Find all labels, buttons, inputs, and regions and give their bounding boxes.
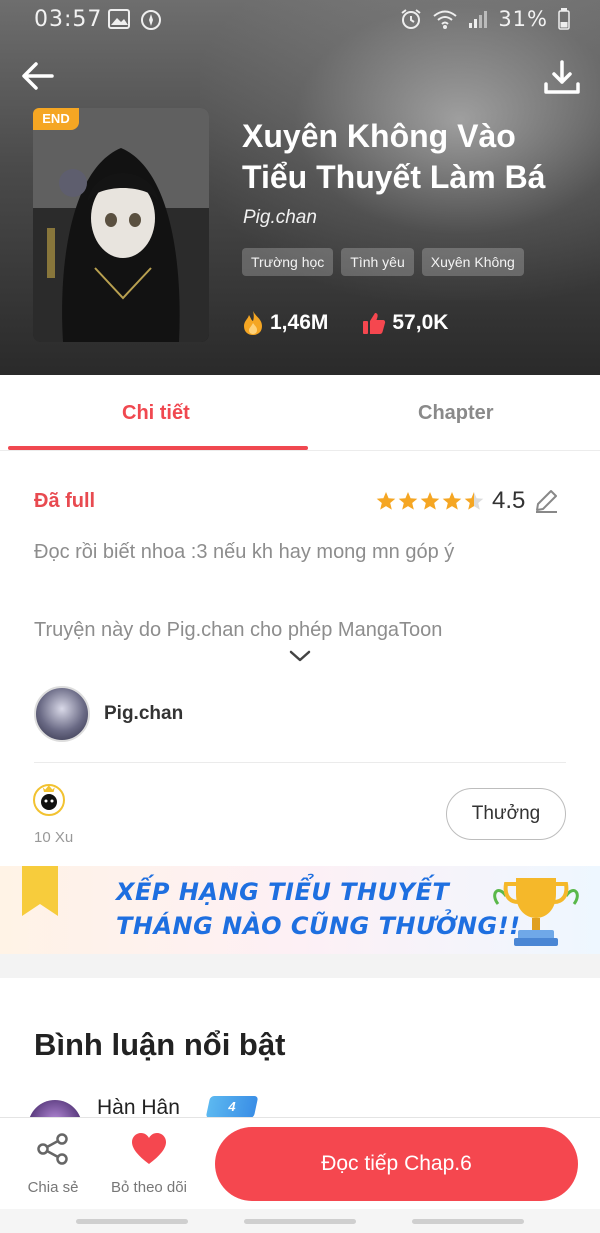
status-bar: 03:57 31% [0, 0, 600, 40]
divider [34, 762, 566, 763]
back-button[interactable] [18, 56, 58, 96]
banner-line-1: XẾP HẠNG TIỂU THUYẾT [116, 878, 450, 906]
vip-level-badge: 4 [205, 1096, 259, 1118]
nav-back[interactable] [412, 1219, 524, 1224]
nav-home[interactable] [244, 1219, 356, 1224]
completion-status: Đã full [34, 490, 96, 512]
likes-stat: 57,0K [362, 310, 448, 336]
trophy-icon [493, 878, 579, 946]
chevron-down-icon[interactable] [288, 648, 312, 664]
reward-button[interactable]: Thưởng [446, 788, 566, 840]
likes-count: 57,0K [392, 311, 449, 334]
bottom-action-bar: Chia sẻ Bỏ theo dõi Đọc tiếp Chap.6 [0, 1117, 600, 1209]
book-stats: 1,46M 57,0K [242, 310, 448, 336]
status-time: 03:57 [34, 7, 103, 32]
book-author[interactable]: Pig.chan [243, 207, 317, 229]
tab-chapter[interactable]: Chapter [418, 402, 494, 425]
wifi-icon [433, 10, 457, 29]
ranking-banner[interactable]: XẾP HẠNG TIỂU THUYẾT THÁNG NÀO CŨNG THƯỞ… [0, 866, 600, 954]
book-header: 03:57 31% END Xuyên Không Vào Tiểu Thuyế… [0, 0, 600, 375]
signal-icon [469, 11, 488, 28]
author-row[interactable]: Pig.chan [34, 686, 183, 742]
battery-percent: 31% [498, 7, 548, 31]
status-icons-left [108, 9, 162, 31]
unfollow-label: Bỏ theo dõi [111, 1179, 187, 1196]
license-note: Truyện này do Pig.chan cho phép MangaToo… [34, 619, 443, 641]
coin-amount: 10 Xu [34, 829, 74, 846]
fire-icon [244, 311, 262, 335]
rating[interactable]: 4.5 [376, 487, 559, 515]
author-name: Pig.chan [104, 703, 184, 724]
rating-stars-icon [376, 492, 484, 510]
share-label: Chia sẻ [27, 1179, 79, 1196]
book-description: Đọc rồi biết nhoa :3 nếu kh hay mong mn … [34, 541, 455, 563]
thumbs-up-icon [363, 313, 386, 334]
unfollow-button[interactable]: Bỏ theo dõi [102, 1132, 196, 1196]
tag-school[interactable]: Trường học [242, 248, 334, 276]
author-avatar [34, 686, 90, 742]
rating-value: 4.5 [492, 487, 526, 514]
tab-bar: Chi tiết Chapter [0, 375, 600, 451]
banner-line-2: THÁNG NÀO CŨNG THƯỞNG!! [116, 912, 521, 940]
download-icon [544, 60, 580, 94]
share-button[interactable]: Chia sẻ [20, 1132, 86, 1196]
book-cover-image[interactable] [33, 108, 209, 342]
nav-recent-apps[interactable] [76, 1219, 188, 1224]
arrow-left-icon [22, 62, 54, 90]
tag-list: Trường học Tình yêu Xuyên Không [242, 248, 524, 276]
featured-comments-title: Bình luận nổi bật [34, 1027, 286, 1062]
supporter-avatar [33, 784, 65, 816]
download-button[interactable] [542, 58, 582, 98]
tab-details[interactable]: Chi tiết [122, 402, 190, 425]
book-title: Xuyên Không Vào Tiểu Thuyết Làm Bá [242, 118, 546, 195]
views-stat: 1,46M [242, 310, 328, 336]
tag-transmigration[interactable]: Xuyên Không [421, 248, 524, 276]
continue-reading-button[interactable]: Đọc tiếp Chap.6 [215, 1127, 578, 1201]
crown-icon [41, 785, 57, 810]
tab-active-indicator [8, 446, 308, 450]
heart-icon [132, 1133, 166, 1164]
bookmark-ribbon-icon [22, 866, 58, 916]
battery-icon [558, 8, 570, 30]
section-separator [0, 954, 600, 978]
edit-pencil-icon[interactable] [533, 488, 559, 514]
end-badge: END [33, 108, 79, 130]
cover-artwork [33, 108, 209, 342]
share-icon [37, 1133, 68, 1165]
views-count: 1,46M [270, 311, 329, 334]
system-nav-bar [0, 1209, 600, 1233]
alarm-icon [401, 9, 421, 29]
gallery-icon [108, 9, 130, 29]
status-icons-right: 31% [400, 7, 570, 31]
compass-icon [141, 10, 161, 30]
tag-romance[interactable]: Tình yêu [341, 248, 414, 276]
